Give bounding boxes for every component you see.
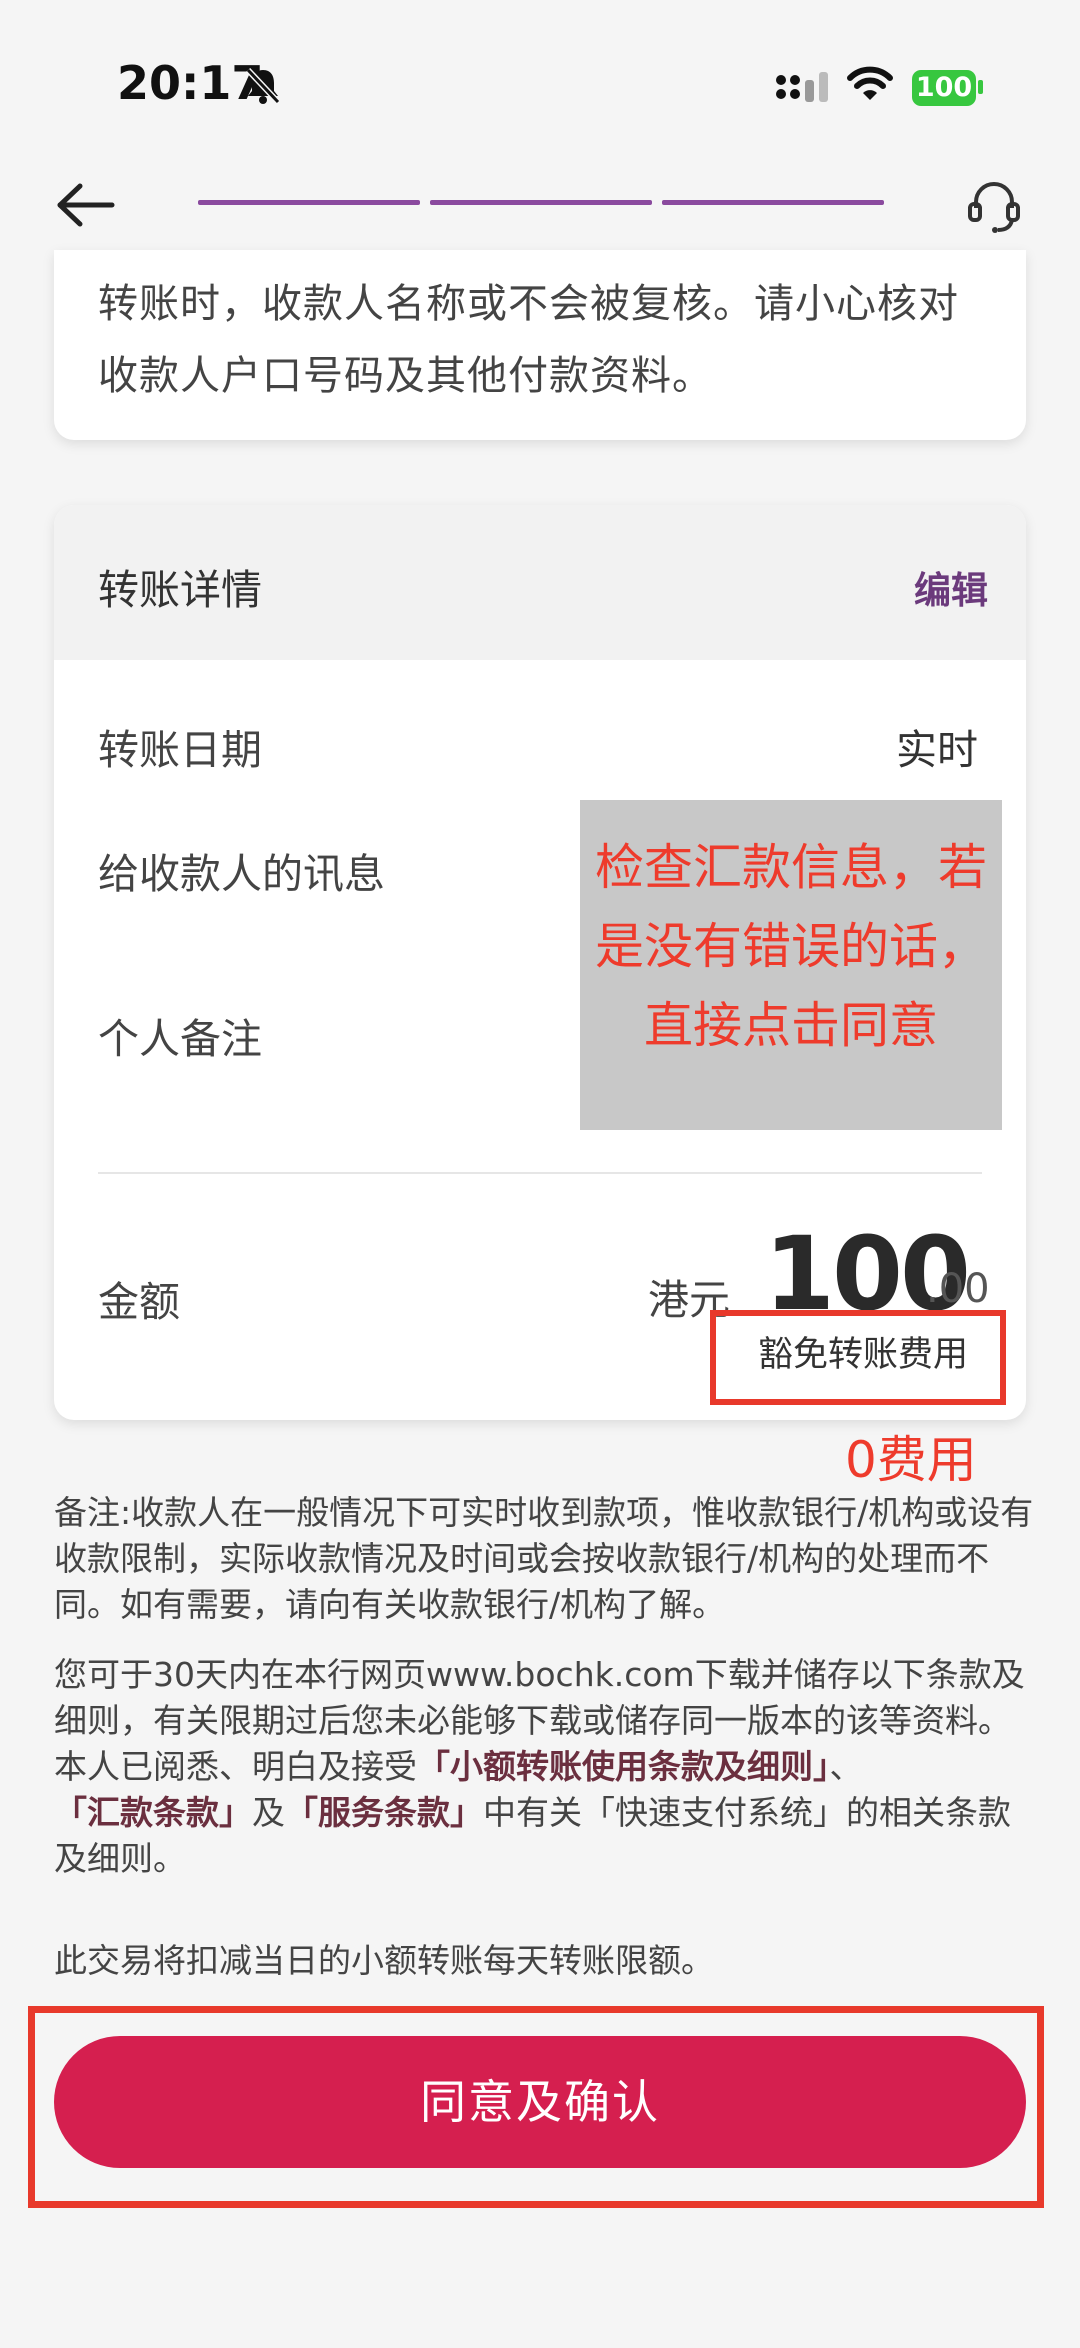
zero-fee-annotation: 0费用 [845,1431,977,1489]
service-terms-link[interactable]: 「服务条款」 [285,1793,483,1832]
transfer-date-value: 实时 [896,726,978,774]
agree-confirm-button[interactable]: 同意及确认 [54,2036,1026,2168]
divider [98,1172,982,1174]
fee-waived-text: 豁免转账费用 [758,1335,969,1375]
edit-link[interactable]: 编辑 [914,560,988,614]
status-time: 20:17 [117,56,264,110]
personal-note-label: 个人备注 [98,1015,262,1063]
progress-step-3 [662,200,884,205]
message-to-payee-label: 给收款人的讯息 [98,850,385,898]
annotation-overlay-text: 检查汇款信息，若是没有错误的话，直接点击同意 [594,839,987,1054]
warning-text: 转账时，收款人名称或不会被复核。请小心核对收款人户口号码及其他付款资料。 [98,281,959,399]
battery-cap [978,80,983,94]
progress-step-1 [198,200,420,205]
back-arrow-icon[interactable] [54,182,116,228]
limit-note: 此交易将扣减当日的小额转账每天转账限额。 [54,1941,714,1980]
separator: 、 [829,1747,863,1786]
wifi-icon [847,66,893,100]
progress-step-2 [430,200,652,205]
bell-muted-icon [245,67,281,105]
amount-decimal: .00 [926,1266,990,1312]
remittance-terms-link[interactable]: 「汇款条款」 [54,1793,252,1832]
signal-icon [776,72,828,102]
small-transfer-terms-link[interactable]: 「小额转账使用条款及细则」 [417,1747,830,1786]
remark-note: 备注:收款人在一般情况下可实时收到款项，惟收款银行/机构或设有收款限制，实际收款… [54,1493,1034,1624]
separator: 及 [252,1793,285,1832]
transfer-date-label: 转账日期 [98,726,262,774]
details-title: 转账详情 [98,566,262,614]
amount-label: 金额 [98,1278,180,1326]
terms-download-text: 您可于30天内在本行网页www.bochk.com下载并储存以下条款及细则，有关… [54,1655,1025,1740]
terms-accept-text: 本人已阅悉、明白及接受 [54,1747,417,1786]
terms-note: 您可于30天内在本行网页www.bochk.com下载并储存以下条款及细则，有关… [54,1652,1034,1882]
battery-icon: 100 [912,70,976,106]
headset-icon[interactable] [964,176,1024,236]
